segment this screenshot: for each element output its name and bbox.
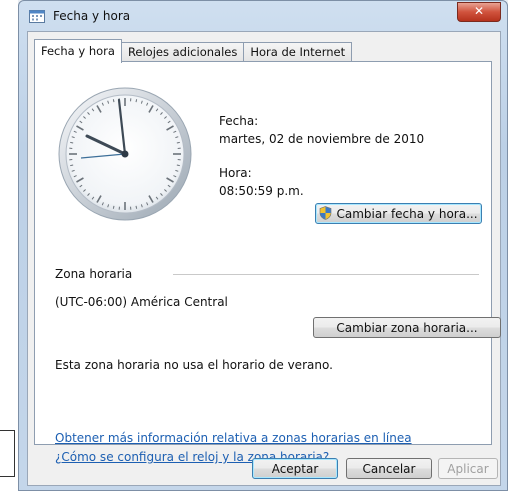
clock-minute-tick xyxy=(112,205,115,209)
date-time-dialog: Fecha y hora ✕ Fecha y hora Relojes adic… xyxy=(18,0,508,491)
dst-note: Esta zona horaria no usa el horario de v… xyxy=(55,358,333,372)
background-box xyxy=(0,430,15,477)
clock-minute-tick xyxy=(176,141,180,144)
clock-minute-tick xyxy=(135,205,138,209)
time-value: 08:50:59 p.m. xyxy=(219,184,304,198)
timezone-section-label: Zona horaria xyxy=(55,267,133,281)
clock-minute-tick xyxy=(70,141,74,144)
clock-minute-tick xyxy=(176,164,180,167)
close-icon: ✕ xyxy=(473,4,485,18)
tab-hora-de-internet[interactable]: Hora de Internet xyxy=(243,42,353,63)
close-button[interactable]: ✕ xyxy=(457,2,501,22)
title-bar[interactable]: Fecha y hora ✕ xyxy=(19,1,507,31)
more-info-link[interactable]: Obtener más información relativa a zonas… xyxy=(55,431,412,445)
window-title: Fecha y hora xyxy=(53,9,131,23)
analog-clock xyxy=(58,87,192,221)
tab-panel: Fecha: martes, 02 de noviembre de 2010 H… xyxy=(34,61,501,464)
change-date-time-button[interactable]: Cambiar fecha y hora... xyxy=(315,203,482,224)
clock-minute-tick xyxy=(70,164,74,167)
calendar-clock-icon xyxy=(29,10,45,23)
date-value: martes, 02 de noviembre de 2010 xyxy=(219,132,425,146)
time-label: Hora: xyxy=(219,166,252,180)
apply-button[interactable]: Aplicar xyxy=(438,458,498,479)
change-date-time-label: Cambiar fecha y hora... xyxy=(336,207,478,221)
tab-relojes-adicionales[interactable]: Relojes adicionales xyxy=(120,42,245,63)
change-timezone-button[interactable]: Cambiar zona horaria... xyxy=(313,317,501,338)
cancel-button[interactable]: Cancelar xyxy=(346,458,432,479)
clock-minute-tick xyxy=(112,99,115,103)
clock-minute-tick xyxy=(135,99,138,103)
tab-fecha-y-hora[interactable]: Fecha y hora xyxy=(34,39,122,63)
dialog-client-area: Fecha y hora Relojes adicionales Hora de… xyxy=(27,31,501,486)
ok-button[interactable]: Aceptar xyxy=(252,458,338,479)
timezone-value: (UTC-06:00) América Central xyxy=(55,295,228,309)
date-label: Fecha: xyxy=(219,114,259,128)
tab-strip: Fecha y hora Relojes adicionales Hora de… xyxy=(34,39,353,63)
background-strip xyxy=(0,0,18,491)
uac-shield-icon xyxy=(320,206,332,220)
timezone-separator xyxy=(173,274,479,275)
